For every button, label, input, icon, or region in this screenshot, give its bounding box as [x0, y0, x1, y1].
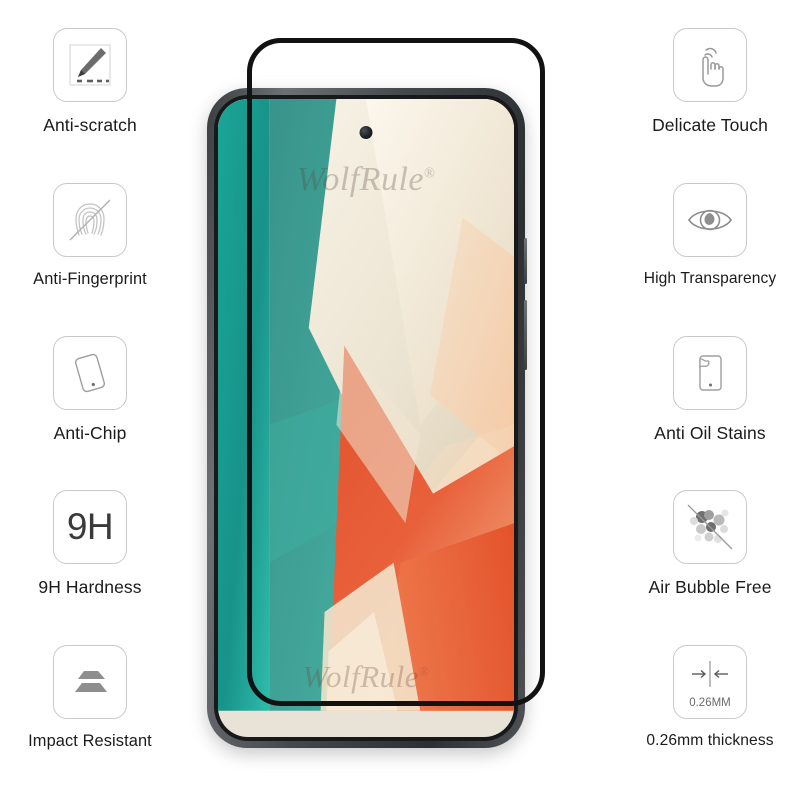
- tilted-phone-icon: [53, 336, 127, 410]
- wallpaper: [218, 99, 514, 711]
- feature-label: Anti-scratch: [43, 115, 137, 135]
- phone-product-area: WolfRule® WolfRule®: [185, 0, 605, 800]
- feature-label: 0.26mm thickness: [646, 732, 774, 749]
- left-feature-column: Anti-scratch Anti-Fingerprint Anti-Chip …: [0, 0, 180, 800]
- feature-anti-scratch: Anti-scratch: [0, 28, 180, 136]
- feature-anti-chip: Anti-Chip: [0, 336, 180, 444]
- feature-impact-resistant: Impact Resistant: [0, 645, 180, 751]
- feature-label: Delicate Touch: [652, 115, 768, 135]
- feature-label: 9H Hardness: [38, 577, 142, 597]
- feature-delicate-touch: Delicate Touch: [620, 28, 800, 136]
- pen-scratch-icon: [53, 28, 127, 102]
- phone-device: WolfRule® WolfRule®: [207, 88, 527, 748]
- feature-label: High Transparency: [643, 270, 777, 287]
- feature-anti-oil-stains: Anti Oil Stains: [620, 336, 800, 444]
- feature-label: Impact Resistant: [28, 732, 152, 750]
- touch-hand-icon: [673, 28, 747, 102]
- layers-impact-icon: [53, 645, 127, 719]
- front-camera: [359, 126, 373, 139]
- feature-label: Air Bubble Free: [648, 577, 772, 597]
- product-feature-poster: Anti-scratch Anti-Fingerprint Anti-Chip …: [0, 0, 800, 800]
- volume-button[interactable]: [524, 300, 527, 370]
- feature-air-bubble-free: Air Bubble Free: [620, 490, 800, 598]
- thickness-icon: 0.26MM: [673, 645, 747, 719]
- feature-9h-hardness: 9H 9H Hardness: [0, 490, 180, 598]
- feature-thickness: 0.26MM 0.26mm thickness: [620, 645, 800, 750]
- 9h-badge-text: 9H: [66, 506, 114, 547]
- phone-screen: WolfRule® WolfRule®: [218, 99, 514, 737]
- feature-label: Anti Oil Stains: [654, 423, 766, 443]
- feature-high-transparency: High Transparency: [620, 183, 800, 288]
- eye-icon: [673, 183, 747, 257]
- phone-bezel: WolfRule® WolfRule®: [214, 95, 518, 741]
- oil-stain-icon: [673, 336, 747, 410]
- thickness-inner-text: 0.26MM: [689, 697, 731, 709]
- fingerprint-icon: [53, 183, 127, 257]
- 9h-icon: 9H: [53, 490, 127, 564]
- feature-anti-fingerprint: Anti-Fingerprint: [0, 183, 180, 289]
- power-button[interactable]: [524, 238, 527, 284]
- right-feature-column: Delicate Touch High Transparency Anti Oi…: [620, 0, 800, 800]
- feature-label: Anti-Fingerprint: [33, 270, 147, 288]
- bubbles-icon: [673, 490, 747, 564]
- feature-label: Anti-Chip: [53, 423, 127, 443]
